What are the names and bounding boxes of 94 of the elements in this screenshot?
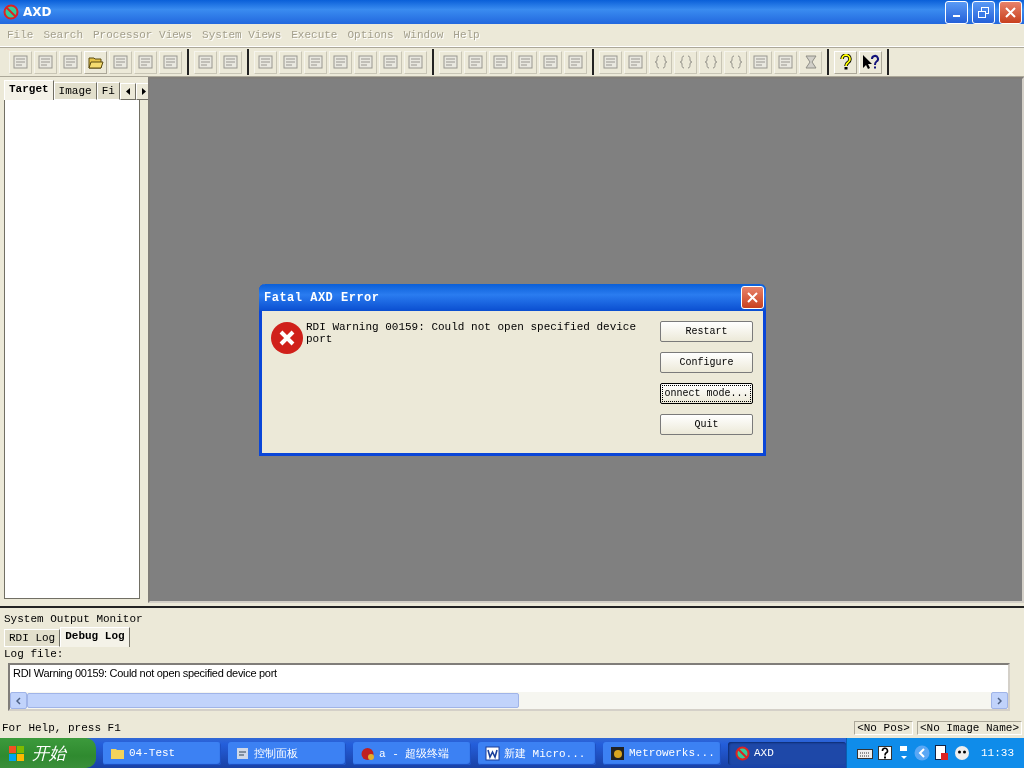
document-icon bbox=[223, 55, 238, 69]
document-icon bbox=[283, 55, 298, 69]
folder-icon bbox=[87, 55, 104, 69]
window-title: AXD bbox=[23, 5, 53, 19]
document-icon bbox=[358, 55, 373, 69]
dialog-button[interactable]: onnect mode... bbox=[660, 383, 753, 404]
log-label: Log file: bbox=[4, 647, 65, 662]
log-tab[interactable]: Debug Log bbox=[60, 627, 130, 647]
document-icon bbox=[568, 55, 583, 69]
task-label: 控制面板 bbox=[254, 746, 298, 761]
task-label: AXD bbox=[754, 747, 774, 759]
document-icon bbox=[628, 55, 643, 69]
expand-tray-icon bbox=[914, 745, 930, 761]
document-icon bbox=[308, 55, 323, 69]
document-icon bbox=[543, 55, 558, 69]
close-button[interactable] bbox=[999, 0, 1022, 24]
document-icon bbox=[935, 745, 949, 761]
log-text: RDI Warning 00159: Could not open specified device port bbox=[12, 666, 278, 681]
document-icon bbox=[778, 55, 793, 69]
right-arrow-icon bbox=[141, 88, 146, 95]
taskbar-button[interactable]: Metrowerks... bbox=[603, 741, 721, 765]
document-icon bbox=[753, 55, 768, 69]
close-icon bbox=[1005, 6, 1016, 18]
document-icon bbox=[383, 55, 398, 69]
document-icon bbox=[38, 55, 53, 69]
windows-logo-icon bbox=[8, 744, 26, 762]
restore-button[interactable] bbox=[972, 0, 995, 24]
task-label: Metrowerks... bbox=[629, 747, 715, 759]
taskbar-button[interactable]: 新建 Micro... bbox=[478, 741, 596, 765]
position-status: <No Pos> bbox=[854, 721, 913, 735]
log-field[interactable]: RDI Warning 00159: Could not open specified device port bbox=[8, 663, 1010, 711]
no-symbol-icon bbox=[735, 745, 750, 761]
taskbar-button[interactable]: AXD bbox=[728, 741, 846, 765]
brace-icon bbox=[653, 55, 668, 69]
close-icon bbox=[747, 292, 758, 303]
document-icon bbox=[493, 55, 508, 69]
document-icon bbox=[13, 55, 28, 69]
restore-icon bbox=[978, 6, 989, 18]
pointer-help-icon bbox=[861, 54, 880, 70]
dialog-button[interactable]: Restart bbox=[660, 321, 753, 342]
document-icon bbox=[138, 55, 153, 69]
task-label: 04-Test bbox=[129, 747, 176, 759]
left-chevron-icon bbox=[16, 696, 21, 705]
document-icon bbox=[63, 55, 78, 69]
help-icon bbox=[839, 54, 852, 70]
taskbar-button[interactable]: a - 超级终端 bbox=[353, 741, 471, 765]
minimize-button[interactable] bbox=[945, 0, 968, 24]
task-label: 新建 Micro... bbox=[504, 746, 586, 761]
keyboard-icon bbox=[857, 747, 873, 759]
panel-tab[interactable]: Target bbox=[4, 80, 54, 100]
log-tab[interactable]: RDI Log bbox=[4, 629, 61, 647]
start-button[interactable]: 开始 bbox=[0, 738, 96, 768]
taskbar-button[interactable]: 04-Test bbox=[103, 741, 221, 765]
dialog-title: Fatal AXD Error bbox=[264, 290, 380, 305]
dialog-button[interactable]: Configure bbox=[660, 352, 753, 373]
panel-tab[interactable]: Image bbox=[53, 82, 97, 100]
horizontal-scrollbar[interactable] bbox=[10, 692, 1008, 709]
help-icon bbox=[878, 746, 892, 760]
document-icon bbox=[468, 55, 483, 69]
taskbar-button[interactable]: 控制面板 bbox=[228, 741, 346, 765]
close-button[interactable] bbox=[741, 286, 764, 309]
right-chevron-icon bbox=[997, 696, 1002, 705]
dialog-button[interactable]: Quit bbox=[660, 414, 753, 435]
start-label: 开始 bbox=[32, 741, 66, 765]
panel-title: System Output Monitor bbox=[4, 612, 144, 627]
document-icon bbox=[198, 55, 213, 69]
image-status: <No Image Name> bbox=[916, 721, 1022, 735]
scroll-left-button[interactable] bbox=[119, 83, 136, 100]
document-icon bbox=[163, 55, 178, 69]
document-icon bbox=[408, 55, 423, 69]
document-icon bbox=[518, 55, 533, 69]
left-arrow-icon bbox=[125, 88, 130, 95]
document-icon bbox=[333, 55, 348, 69]
brace-icon bbox=[678, 55, 693, 69]
clock: 11:33 bbox=[981, 747, 1014, 759]
document-w-icon bbox=[485, 745, 500, 761]
toolbar-button[interactable] bbox=[834, 50, 857, 74]
control-panel-icon bbox=[235, 745, 250, 761]
minimize-icon bbox=[953, 15, 960, 17]
hourglass-icon bbox=[804, 55, 817, 69]
task-label: a - 超级终端 bbox=[379, 746, 450, 761]
panel-tab[interactable]: Fi bbox=[96, 82, 120, 100]
face-icon bbox=[954, 745, 970, 761]
document-icon bbox=[113, 55, 128, 69]
document-icon bbox=[258, 55, 273, 69]
brace-icon bbox=[703, 55, 718, 69]
error-message: RDI Warning 00159: Could not open specified device port bbox=[306, 321, 638, 347]
status-text: For Help, press F1 bbox=[2, 722, 122, 734]
error-icon bbox=[270, 321, 304, 355]
app-icon bbox=[3, 4, 19, 20]
document-icon bbox=[603, 55, 618, 69]
document-icon bbox=[443, 55, 458, 69]
toolbar-button[interactable] bbox=[859, 50, 882, 74]
brace-icon bbox=[728, 55, 743, 69]
